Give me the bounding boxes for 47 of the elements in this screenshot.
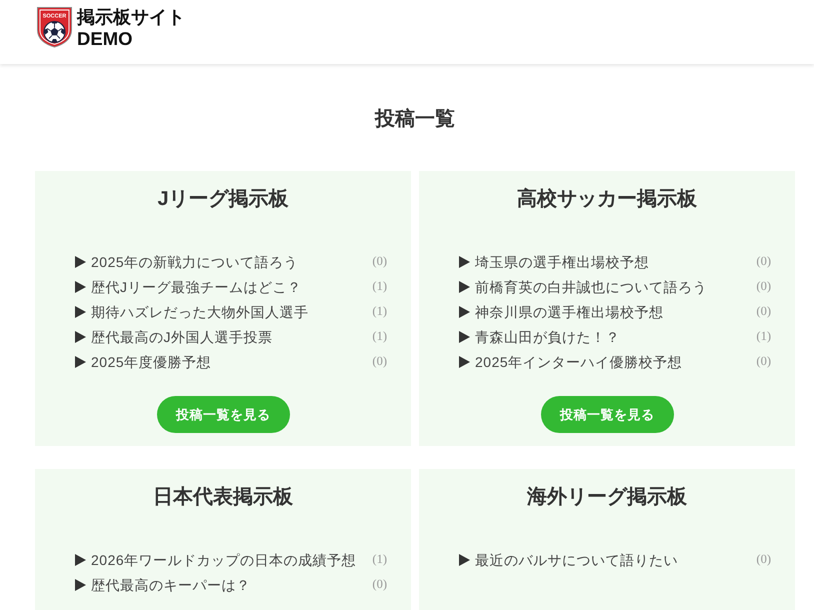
thread-link[interactable]: 青森山田が負けた！？	[475, 328, 620, 346]
post-count: (1)	[371, 329, 387, 344]
triangle-bullet-icon	[75, 356, 86, 368]
thread-link[interactable]: 2025年の新戦力について語ろう	[91, 252, 298, 270]
site-title[interactable]: 掲示板サイト	[77, 7, 185, 28]
triangle-bullet-icon	[459, 330, 470, 342]
site-subtitle: DEMO	[77, 28, 132, 49]
thread-link[interactable]: 2025年インターハイ優勝校予想	[475, 352, 682, 370]
thread-link[interactable]: 前橋育英の白井誠也について語ろう	[475, 278, 707, 296]
post-count: (0)	[755, 354, 771, 369]
thread-link[interactable]: 最近のバルサについて語りたい	[475, 550, 678, 568]
triangle-bullet-icon	[75, 330, 86, 342]
triangle-bullet-icon	[459, 256, 470, 268]
thread-link[interactable]: 埼玉県の選手権出場校予想	[475, 252, 649, 270]
triangle-bullet-icon	[459, 306, 470, 318]
thread-link[interactable]: 歴代最高のJ外国人選手投票	[91, 328, 272, 346]
triangle-bullet-icon	[459, 356, 470, 368]
post-count: (0)	[755, 552, 771, 567]
post-count: (1)	[371, 279, 387, 294]
thread-link[interactable]: 期待ハズレだった大物外国人選手	[91, 302, 308, 320]
board-title: 海外リーグ掲示板	[527, 485, 687, 510]
thread-link[interactable]: 歴代Jリーグ最強チームはどこ？	[91, 278, 302, 296]
page-heading: 投稿一覧	[375, 106, 455, 132]
triangle-bullet-icon	[75, 306, 86, 318]
post-count: (1)	[755, 329, 771, 344]
post-count: (0)	[371, 354, 387, 369]
thread-link[interactable]: 2025年度優勝予想	[91, 352, 212, 370]
board-title: 高校サッカー掲示板	[517, 186, 697, 212]
soccer-ball-icon	[43, 20, 66, 44]
post-count: (0)	[755, 254, 771, 269]
post-count: (1)	[371, 304, 387, 319]
post-count: (1)	[371, 552, 387, 567]
triangle-bullet-icon	[459, 554, 470, 566]
board-title: Jリーグ掲示板	[157, 187, 289, 212]
triangle-bullet-icon	[75, 578, 86, 590]
post-count: (0)	[755, 279, 771, 294]
triangle-bullet-icon	[459, 280, 470, 292]
triangle-bullet-icon	[75, 554, 86, 566]
thread-link[interactable]: 神奈川県の選手権出場校予想	[475, 302, 664, 320]
post-count: (0)	[371, 254, 387, 269]
thread-link[interactable]: 歴代最高のキーパーは？	[91, 576, 250, 594]
triangle-bullet-icon	[75, 256, 86, 268]
post-count: (0)	[755, 304, 771, 319]
triangle-bullet-icon	[75, 280, 86, 292]
board-title: 日本代表掲示板	[153, 485, 293, 510]
thread-link[interactable]: 2026年ワールドカップの日本の成績予想	[91, 550, 356, 568]
post-count: (0)	[371, 577, 387, 592]
